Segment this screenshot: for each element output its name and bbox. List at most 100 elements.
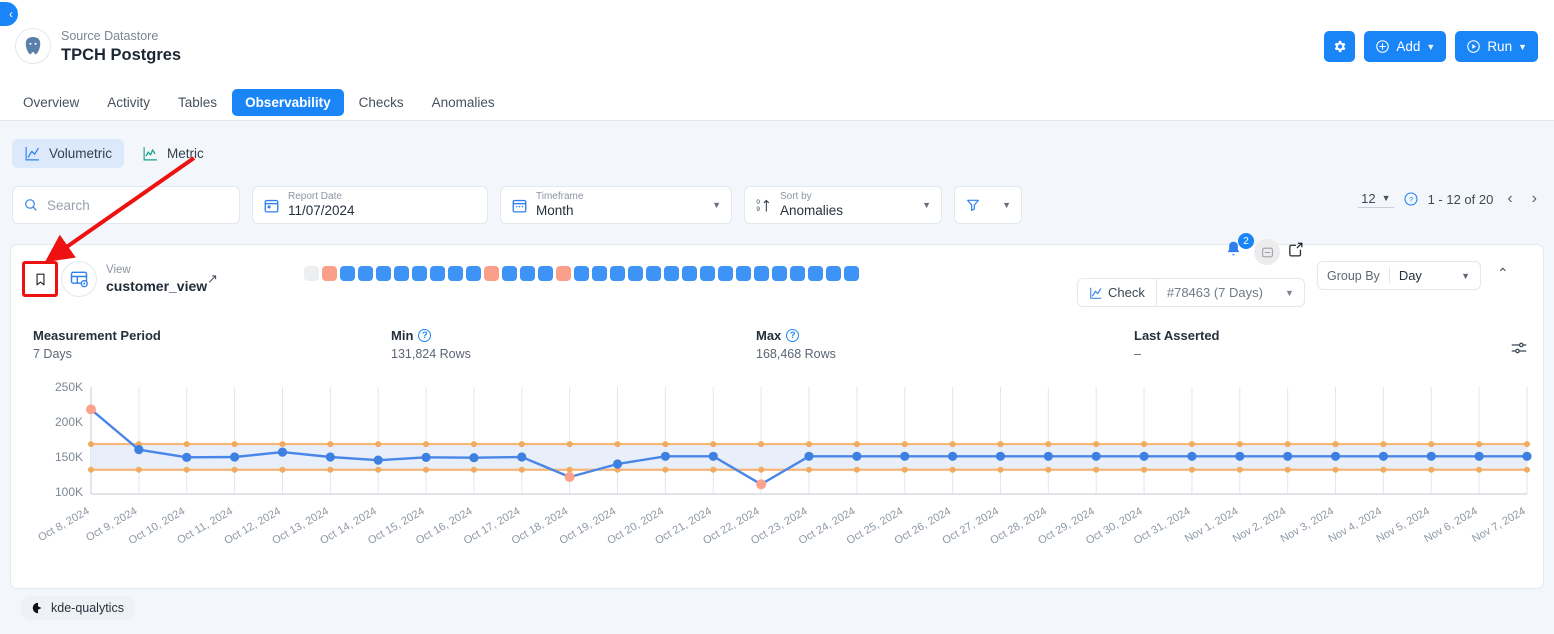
svg-text:200K: 200K xyxy=(55,415,83,429)
group-by-select[interactable]: Group By Day ▼ xyxy=(1317,261,1481,290)
tab-checks[interactable]: Checks xyxy=(346,89,417,116)
timeframe-select[interactable]: Timeframe Month ▼ xyxy=(500,186,732,224)
status-square[interactable] xyxy=(754,266,769,281)
subtab-volumetric-label: Volumetric xyxy=(49,145,113,161)
status-square[interactable] xyxy=(322,266,337,281)
stat-max: Max ? 168,468 Rows xyxy=(756,327,836,361)
run-button[interactable]: Run ▼ xyxy=(1455,31,1538,62)
status-square[interactable] xyxy=(772,266,787,281)
tab-observability[interactable]: Observability xyxy=(232,88,344,116)
stat-label: Max xyxy=(756,328,782,343)
note-button[interactable] xyxy=(1254,239,1280,265)
svg-text:0: 0 xyxy=(756,199,760,206)
chevron-down-icon: ▼ xyxy=(1381,193,1391,203)
external-link-icon[interactable]: ↗ xyxy=(207,271,218,287)
subtab-metric-label: Metric xyxy=(167,145,204,161)
settings-button[interactable] xyxy=(1324,31,1356,62)
status-square[interactable] xyxy=(340,266,355,281)
stat-label: Last Asserted xyxy=(1134,328,1220,343)
status-square[interactable] xyxy=(700,266,715,281)
status-square[interactable] xyxy=(610,266,625,281)
group-by-value: Day xyxy=(1398,268,1422,283)
status-square[interactable] xyxy=(358,266,373,281)
chevron-down-icon[interactable]: ▼ xyxy=(922,200,931,210)
main-tabs: Overview Activity Tables Observability C… xyxy=(0,84,1554,120)
status-square[interactable] xyxy=(736,266,751,281)
pagination-next-button[interactable]: › xyxy=(1527,190,1542,208)
svg-text:Nov 6, 2024: Nov 6, 2024 xyxy=(1422,505,1479,545)
status-square[interactable] xyxy=(574,266,589,281)
status-square[interactable] xyxy=(646,266,661,281)
status-square[interactable] xyxy=(484,266,499,281)
tab-anomalies[interactable]: Anomalies xyxy=(419,89,508,116)
notification-button[interactable]: 2 xyxy=(1223,233,1254,263)
help-circle-icon[interactable]: ? xyxy=(786,329,800,342)
tab-tables[interactable]: Tables xyxy=(165,89,230,116)
status-square[interactable] xyxy=(628,266,643,281)
chevron-down-icon: ▼ xyxy=(1461,270,1470,281)
help-circle-icon[interactable]: ? xyxy=(418,329,432,342)
status-square[interactable] xyxy=(502,266,517,281)
status-square[interactable] xyxy=(448,266,463,281)
view-table-icon xyxy=(61,261,97,297)
timeframe-value: Month xyxy=(536,203,574,219)
group-by-label: Group By xyxy=(1327,268,1380,283)
kde-icon xyxy=(31,601,45,615)
status-square[interactable] xyxy=(376,266,391,281)
report-date-value: 11/07/2024 xyxy=(288,203,355,219)
chart-settings-button[interactable] xyxy=(1510,339,1528,357)
add-button[interactable]: Add ▼ xyxy=(1364,31,1447,62)
play-circle-icon xyxy=(1466,39,1481,54)
notification-badge: 2 xyxy=(1238,233,1254,249)
check-button[interactable]: Check xyxy=(1078,279,1156,306)
page-size-value: 12 xyxy=(1361,190,1376,206)
status-square[interactable] xyxy=(682,266,697,281)
search-input[interactable]: Search xyxy=(12,186,240,224)
help-circle-icon[interactable]: ? xyxy=(1403,191,1419,207)
report-date-field[interactable]: Report Date 11/07/2024 xyxy=(252,186,488,224)
filter-button[interactable]: ▼ xyxy=(954,186,1022,224)
search-placeholder: Search xyxy=(47,197,90,213)
status-square[interactable] xyxy=(466,266,481,281)
search-icon xyxy=(23,197,39,213)
tab-overview[interactable]: Overview xyxy=(10,89,92,116)
stat-last-asserted: Last Asserted – xyxy=(1134,327,1220,361)
subtab-metric[interactable]: Metric xyxy=(130,139,216,168)
tag-chip[interactable]: kde-qualytics xyxy=(20,596,135,620)
pagination-prev-button[interactable]: ‹ xyxy=(1502,190,1517,208)
header-divider xyxy=(0,120,1554,121)
status-square[interactable] xyxy=(304,266,319,281)
bookmark-button[interactable] xyxy=(22,261,58,297)
check-value-select[interactable]: #78463 (7 Days) ▼ xyxy=(1157,279,1304,306)
stat-value: 7 Days xyxy=(33,347,72,361)
status-square[interactable] xyxy=(394,266,409,281)
subtab-volumetric[interactable]: Volumetric xyxy=(12,138,125,168)
line-chart-icon xyxy=(1089,286,1103,300)
status-square[interactable] xyxy=(430,266,445,281)
status-square[interactable] xyxy=(826,266,841,281)
chevron-down-icon: ▼ xyxy=(1426,41,1436,52)
page-size-select[interactable]: 12 ▼ xyxy=(1358,190,1394,208)
card-collapse-button[interactable]: ⌃ xyxy=(1497,265,1509,282)
edit-button[interactable] xyxy=(1287,241,1304,258)
status-square[interactable] xyxy=(718,266,733,281)
status-square[interactable] xyxy=(790,266,805,281)
postgres-elephant-icon xyxy=(15,28,51,64)
status-square[interactable] xyxy=(664,266,679,281)
tab-activity[interactable]: Activity xyxy=(94,89,163,116)
chevron-down-icon[interactable]: ▼ xyxy=(1002,200,1011,210)
check-selector: Check #78463 (7 Days) ▼ xyxy=(1077,278,1305,307)
sortby-select[interactable]: 0 9 Sort by Anomalies ▼ xyxy=(744,186,942,224)
status-square[interactable] xyxy=(412,266,427,281)
gear-icon xyxy=(1332,39,1347,54)
stat-label: Min xyxy=(391,328,414,343)
status-square[interactable] xyxy=(808,266,823,281)
status-square[interactable] xyxy=(556,266,571,281)
status-square[interactable] xyxy=(592,266,607,281)
status-square[interactable] xyxy=(520,266,535,281)
chevron-down-icon[interactable]: ▼ xyxy=(712,200,721,210)
status-square[interactable] xyxy=(538,266,553,281)
sidebar-collapse-button[interactable]: ‹ xyxy=(0,2,18,26)
status-square[interactable] xyxy=(844,266,859,281)
sortby-value: Anomalies xyxy=(780,203,844,219)
